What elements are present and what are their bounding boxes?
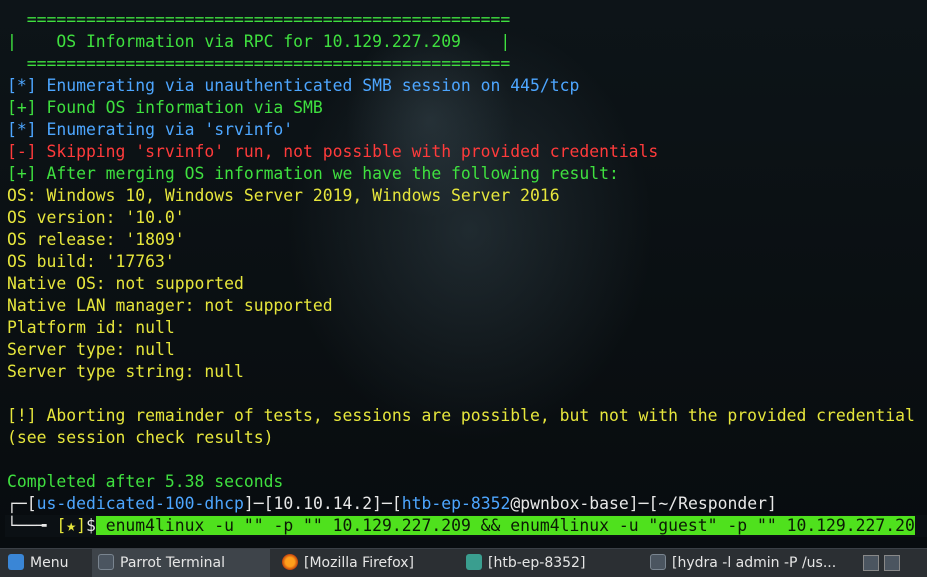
prompt-dash: ─ xyxy=(382,494,392,513)
prompt-bracket: ] xyxy=(766,494,777,513)
menu-button[interactable]: Menu xyxy=(8,549,83,577)
terminal-line: (see session check results) xyxy=(7,428,274,447)
prompt-corner-bottom: └──╼ xyxy=(7,516,57,535)
folder-icon xyxy=(466,554,482,570)
terminal-line: [*] Enumerating via 'srvinfo' xyxy=(7,120,294,139)
prompt-star: [★] xyxy=(56,516,86,535)
menu-label: Menu xyxy=(30,555,69,571)
terminal-icon xyxy=(98,554,114,570)
taskbar-item-label: [htb-ep-8352] xyxy=(488,555,586,571)
prompt-bracket: ] xyxy=(243,494,254,513)
terminal-line: [!] Aborting remainder of tests, session… xyxy=(7,406,915,425)
prompt-at-host: @pwnbox-base xyxy=(510,494,629,513)
prompt-bracket: ] xyxy=(628,494,639,513)
terminal-line: OS version: '10.0' xyxy=(7,208,185,227)
taskbar-item-files[interactable]: [htb-ep-8352] xyxy=(466,549,641,577)
prompt-hostname: us-dedicated-100-dhcp xyxy=(36,494,244,513)
terminal-line: ========================================… xyxy=(7,54,511,73)
command-input[interactable]: enum4linux -u "" -p "" 10.129.227.209 &&… xyxy=(95,516,896,535)
prompt-corner-top: ┌─ xyxy=(7,494,27,513)
terminal-line: Server type: null xyxy=(7,340,175,359)
prompt-user: htb-ep-8352 xyxy=(401,494,511,513)
terminal-line: [-] Skipping 'srvinfo' run, not possible… xyxy=(7,142,659,161)
terminal-line: Native OS: not supported xyxy=(7,274,244,293)
taskbar-item-label: Parrot Terminal xyxy=(120,555,226,571)
terminal-line: OS: Windows 10, Windows Server 2019, Win… xyxy=(7,186,560,205)
command-line[interactable]: └──╼ [★]$ enum4linux -u "" -p "" 10.129.… xyxy=(7,515,915,537)
prompt-cwd: ~/Responder xyxy=(658,494,767,513)
taskbar-item-label: [Mozilla Firefox] xyxy=(304,555,414,571)
prompt-dash: ─ xyxy=(253,494,264,513)
terminal-line: Server type string: null xyxy=(7,362,244,381)
terminal-window[interactable]: ========================================… xyxy=(0,0,927,548)
prompt-ip: 10.10.14.2 xyxy=(273,494,373,513)
terminal-line: Native LAN manager: not supported xyxy=(7,296,333,315)
taskbar-item-firefox[interactable]: [Mozilla Firefox] xyxy=(282,549,457,577)
terminal-launcher-icon[interactable] xyxy=(863,555,879,571)
terminal-icon xyxy=(650,554,666,570)
prompt-dollar: $ xyxy=(85,516,96,535)
terminal-line: Completed after 5.38 seconds xyxy=(7,472,284,491)
parrot-menu-icon xyxy=(8,554,24,570)
taskbar-item-label: [hydra -l admin -P /us... xyxy=(672,555,837,571)
prompt-line: ┌─[us-dedicated-100-dhcp]─[10.10.14.2]─[… xyxy=(7,493,777,515)
text-cursor: 20 xyxy=(895,516,915,535)
terminal-line: [*] Enumerating via unauthenticated SMB … xyxy=(7,76,580,95)
prompt-bracket: [ xyxy=(26,494,37,513)
firefox-icon xyxy=(282,554,298,570)
taskbar-item-parrot-terminal[interactable]: Parrot Terminal xyxy=(92,549,270,577)
terminal-line: OS build: '17763' xyxy=(7,252,175,271)
terminal-line: OS release: '1809' xyxy=(7,230,185,249)
window-icon[interactable] xyxy=(884,555,900,571)
prompt-dash: ─ xyxy=(638,494,649,513)
prompt-bracket: [ xyxy=(648,494,659,513)
terminal-line: Platform id: null xyxy=(7,318,175,337)
prompt-bracket: [ xyxy=(391,494,402,513)
terminal-line: ========================================… xyxy=(7,10,511,29)
terminal-line: | OS Information via RPC for 10.129.227.… xyxy=(7,32,511,51)
prompt-bracket: ] xyxy=(372,494,383,513)
terminal-line: [+] Found OS information via SMB xyxy=(7,98,323,117)
taskbar: Menu Parrot Terminal [Mozilla Firefox] [… xyxy=(0,548,927,577)
prompt-bracket: [ xyxy=(263,494,274,513)
taskbar-item-hydra-terminal[interactable]: [hydra -l admin -P /us... xyxy=(650,549,856,577)
terminal-line: [+] After merging OS information we have… xyxy=(7,164,619,183)
